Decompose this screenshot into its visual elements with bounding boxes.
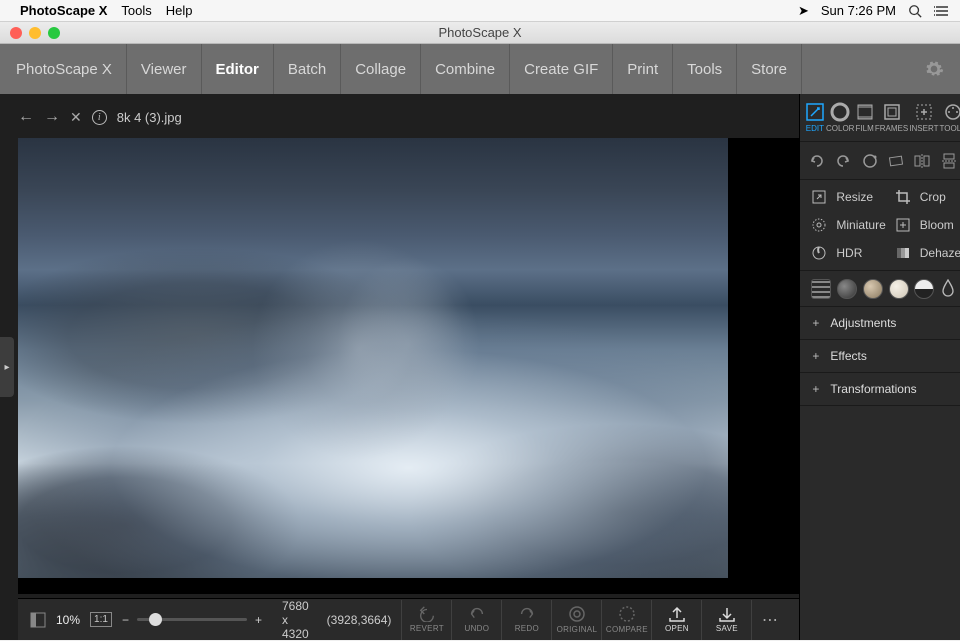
- zoom-slider[interactable]: − +: [122, 613, 262, 627]
- panel-tab-tools[interactable]: TOOLS: [940, 102, 960, 133]
- crop-icon: [894, 188, 912, 206]
- dehaze-icon: [894, 244, 912, 262]
- tool-crop[interactable]: Crop: [894, 188, 960, 206]
- maximize-window-button[interactable]: [48, 27, 60, 39]
- spotlight-icon[interactable]: [908, 4, 922, 18]
- traffic-lights: [0, 27, 60, 39]
- tab-tools[interactable]: Tools: [673, 44, 737, 94]
- info-icon[interactable]: i: [92, 110, 107, 125]
- more-button[interactable]: ⋯: [751, 600, 787, 640]
- frames-icon: [883, 102, 901, 122]
- settings-gear-icon[interactable]: [924, 59, 944, 79]
- image-dimensions: 7680 x 4320: [282, 599, 311, 641]
- color-icon: [830, 102, 850, 122]
- tool-hdr[interactable]: HDR: [810, 244, 885, 262]
- insert-icon: [915, 102, 933, 122]
- menubar-item[interactable]: Help: [166, 3, 193, 18]
- zoom-in-icon[interactable]: +: [255, 613, 262, 627]
- expand-icon: +: [812, 316, 822, 330]
- tab-editor[interactable]: Editor: [202, 44, 274, 94]
- close-window-button[interactable]: [10, 27, 22, 39]
- panel-tab-insert[interactable]: INSERT: [909, 102, 938, 133]
- open-button[interactable]: OPEN: [651, 600, 701, 640]
- main-tabs-bar: PhotoScape X Viewer Editor Batch Collage…: [0, 44, 960, 94]
- preset-swatch-2[interactable]: [863, 279, 883, 299]
- menubar-item[interactable]: Tools: [121, 3, 151, 18]
- straighten-icon[interactable]: [887, 152, 911, 170]
- tab-photoscape[interactable]: PhotoScape X: [10, 44, 127, 94]
- zoom-percent[interactable]: 10%: [56, 613, 80, 627]
- bloom-icon: [894, 216, 912, 234]
- menubar-clock[interactable]: Sun 7:26 PM: [821, 3, 896, 18]
- tool-bloom[interactable]: Bloom: [894, 216, 960, 234]
- redo-button[interactable]: REDO: [501, 600, 551, 640]
- tab-store[interactable]: Store: [737, 44, 802, 94]
- cursor-position: (3928,3664): [327, 613, 392, 627]
- window-title: PhotoScape X: [438, 25, 521, 40]
- tab-combine[interactable]: Combine: [421, 44, 510, 94]
- canvas-header: ← → ✕ i 8k 4 (3).jpg: [18, 104, 799, 130]
- tool-miniature[interactable]: Miniature: [810, 216, 885, 234]
- expand-icon: +: [812, 349, 822, 363]
- flip-vertical-icon[interactable]: [940, 152, 960, 170]
- nav-back-icon[interactable]: ←: [18, 108, 34, 126]
- tab-viewer[interactable]: Viewer: [127, 44, 202, 94]
- filename-label: 8k 4 (3).jpg: [117, 110, 182, 125]
- photo-canvas[interactable]: [18, 138, 728, 578]
- resize-icon: [810, 188, 828, 206]
- section-transformations[interactable]: +Transformations: [800, 373, 960, 406]
- tab-create-gif[interactable]: Create GIF: [510, 44, 613, 94]
- panel-tab-frames[interactable]: FRAMES: [875, 102, 908, 133]
- flip-horizontal-icon[interactable]: [913, 152, 937, 170]
- close-file-icon[interactable]: ✕: [70, 109, 82, 126]
- preset-list-icon[interactable]: [811, 279, 831, 299]
- tab-batch[interactable]: Batch: [274, 44, 341, 94]
- minimize-window-button[interactable]: [29, 27, 41, 39]
- tool-resize[interactable]: Resize: [810, 188, 885, 206]
- status-bar: 10% 1:1 − + 7680 x 4320 (3928,3664) REVE…: [18, 598, 799, 640]
- menubar-app-name[interactable]: PhotoScape X: [20, 3, 107, 18]
- tools-panel-icon: [944, 102, 960, 122]
- tab-print[interactable]: Print: [613, 44, 673, 94]
- cursor-icon: ➤: [798, 3, 809, 19]
- zoom-slider-track[interactable]: [137, 618, 247, 621]
- rotate-free-icon[interactable]: [861, 152, 885, 170]
- revert-button[interactable]: REVERT: [401, 600, 451, 640]
- panel-tab-film[interactable]: FILM: [856, 102, 874, 133]
- panel-tab-color[interactable]: COLOR: [826, 102, 854, 133]
- section-adjustments[interactable]: +Adjustments: [800, 307, 960, 340]
- right-panel: EDIT COLOR FILM FRAMES INSERT TOOLS Resi…: [799, 94, 960, 640]
- undo-button[interactable]: UNDO: [451, 600, 501, 640]
- save-button[interactable]: SAVE: [701, 600, 751, 640]
- zoom-slider-thumb[interactable]: [149, 613, 162, 626]
- preset-swatch-1[interactable]: [837, 279, 857, 299]
- tool-dehaze[interactable]: Dehaze: [894, 244, 960, 262]
- original-button[interactable]: ORIGINAL: [551, 600, 601, 640]
- zoom-1to1-button[interactable]: 1:1: [90, 612, 112, 627]
- sidebar-expand-handle[interactable]: ▸: [0, 337, 14, 397]
- miniature-icon: [810, 216, 828, 234]
- panel-tab-edit[interactable]: EDIT: [805, 102, 825, 133]
- expand-icon: +: [812, 382, 822, 396]
- nav-forward-icon[interactable]: →: [44, 108, 60, 126]
- image-viewport[interactable]: [18, 138, 799, 594]
- rotate-ccw-icon[interactable]: [808, 152, 832, 170]
- rotate-cw-icon[interactable]: [834, 152, 858, 170]
- tab-collage[interactable]: Collage: [341, 44, 421, 94]
- mac-menubar: PhotoScape X Tools Help ➤ Sun 7:26 PM: [0, 0, 960, 22]
- hdr-icon: [810, 244, 828, 262]
- edit-icon: [805, 102, 825, 122]
- window-titlebar: PhotoScape X: [0, 22, 960, 44]
- preset-swatch-3[interactable]: [889, 279, 909, 299]
- histogram-icon[interactable]: [30, 611, 46, 629]
- droplet-icon[interactable]: [940, 279, 960, 299]
- film-icon: [856, 102, 874, 122]
- section-effects[interactable]: +Effects: [800, 340, 960, 373]
- menu-list-icon[interactable]: [934, 4, 950, 18]
- zoom-out-icon[interactable]: −: [122, 613, 129, 627]
- compare-button[interactable]: COMPARE: [601, 600, 651, 640]
- preset-swatch-4[interactable]: [914, 279, 934, 299]
